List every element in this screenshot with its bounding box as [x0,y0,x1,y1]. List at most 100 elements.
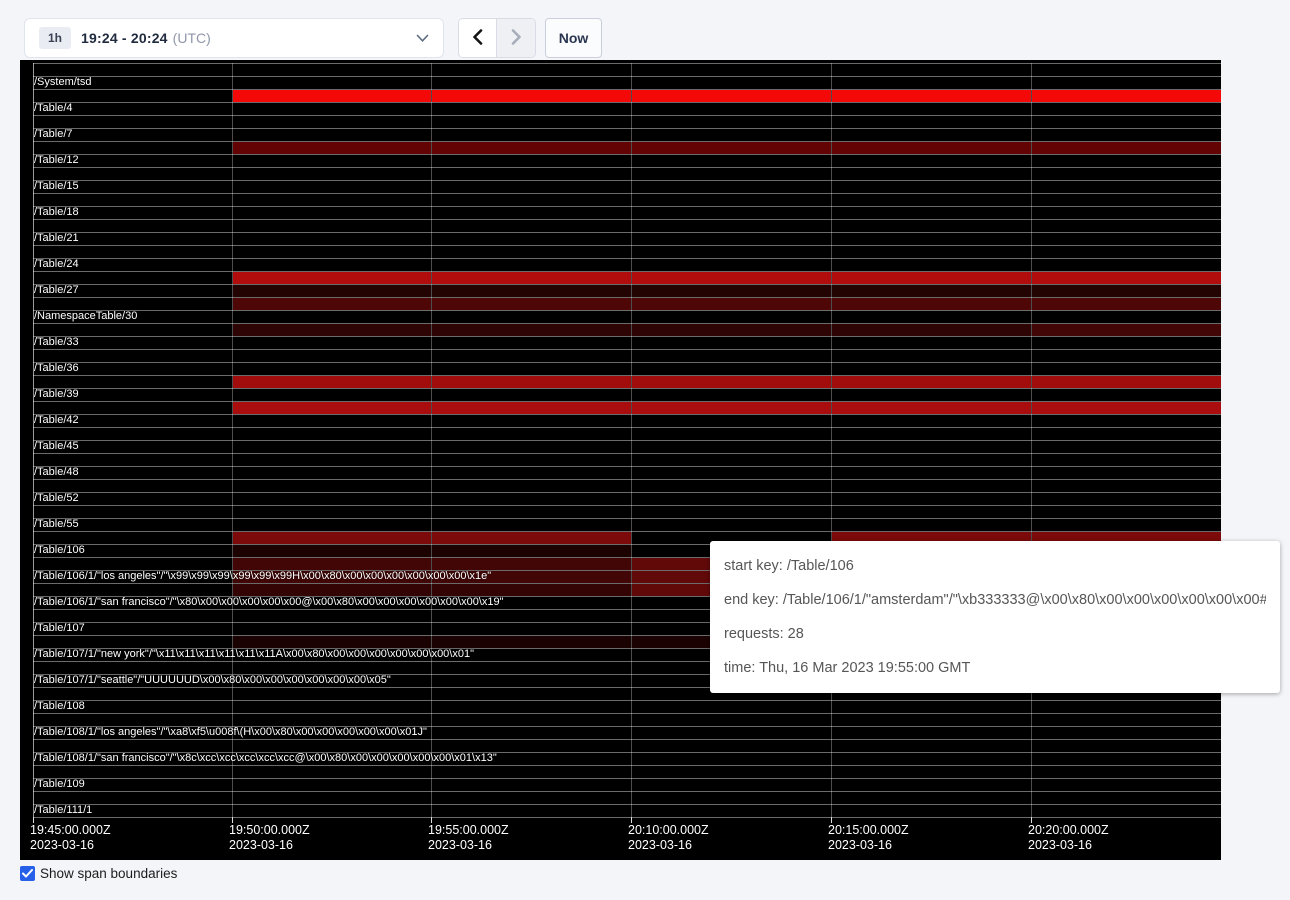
axis-time: 20:10:00.000Z [628,823,709,838]
heat-band [432,90,631,102]
axis-time: 19:45:00.000Z [30,823,111,838]
span-boundary-line [33,336,1221,337]
span-boundary-line [33,388,1221,389]
heat-band [1032,402,1221,414]
hover-tooltip: start key: /Table/106 end key: /Table/10… [710,541,1280,693]
span-boundary-line [33,193,1221,194]
row-label: /Table/107/1/"seattle"/"UUUUUUD\x00\x80\… [34,674,391,687]
checkbox-label: Show span boundaries [40,866,177,881]
heat-band [432,324,631,336]
heat-band [1032,285,1221,297]
span-boundary-line [33,427,1221,428]
span-boundary-line [33,180,1221,181]
heat-band [632,298,831,310]
heat-band [632,272,831,284]
checkmark-icon [22,865,33,883]
range-preset-chip: 1h [39,27,71,49]
heat-band [1032,90,1221,102]
now-button[interactable]: Now [545,18,602,58]
heat-band [832,298,1031,310]
row-label: /System/tsd [34,76,91,89]
heat-band [832,90,1031,102]
span-boundary-line [33,739,1221,740]
span-boundary-line [33,765,1221,766]
row-label: /Table/109 [34,778,85,791]
heat-band [1032,298,1221,310]
heat-band [432,532,631,544]
row-label: /Table/39 [34,388,79,401]
chevron-right-icon [511,29,522,48]
heat-band [233,584,431,596]
heat-band [233,402,431,414]
heat-band [1032,272,1221,284]
row-label: /Table/27 [34,284,79,297]
axis-label: 20:20:00.000Z2023-03-16 [1028,823,1109,853]
tooltip-end-key: end key: /Table/106/1/"amsterdam"/"\xb33… [724,583,1266,617]
axis-time: 20:15:00.000Z [828,823,909,838]
axis-date: 2023-03-16 [428,838,509,853]
span-boundary-line [33,414,1221,415]
row-label: /Table/12 [34,154,79,167]
axis-date: 2023-03-16 [828,838,909,853]
row-label: /Table/18 [34,206,79,219]
span-boundary-line [33,362,1221,363]
heat-band [632,324,831,336]
tooltip-time: time: Thu, 16 Mar 2023 19:55:00 GMT [724,651,1266,685]
heat-band [233,90,431,102]
range-timezone: (UTC) [173,30,211,46]
row-label: /Table/108 [34,700,85,713]
row-label: /Table/106 [34,544,85,557]
heat-band [632,402,831,414]
heat-band [432,376,631,388]
row-label: /Table/15 [34,180,79,193]
time-range-picker[interactable]: 1h 19:24 - 20:24 (UTC) [24,18,444,58]
heat-band [233,558,431,570]
key-visualizer-canvas[interactable]: /System/tsd/Table/4/Table/7/Table/12/Tab… [20,60,1221,860]
row-label: /Table/52 [34,492,79,505]
row-label: /Table/42 [34,414,79,427]
span-boundary-line [33,791,1221,792]
axis-time: 19:50:00.000Z [229,823,310,838]
row-label: /Table/108/1/"los angeles"/"\xa8\xf5\u00… [34,726,427,739]
row-label: /Table/21 [34,232,79,245]
row-label: /Table/33 [34,336,79,349]
heat-band [432,636,631,648]
heat-band [832,285,1031,297]
span-boundary-line [33,713,1221,714]
row-label: /Table/107 [34,622,85,635]
row-label: /Table/55 [34,518,79,531]
span-boundaries-checkbox[interactable] [20,866,35,881]
heat-band [832,272,1031,284]
span-boundary-line [33,440,1221,441]
heat-band [233,298,431,310]
chevron-left-icon [472,29,483,48]
axis-date: 2023-03-16 [1028,838,1109,853]
span-boundary-line [33,492,1221,493]
row-label: /Table/4 [34,102,73,115]
span-boundary-line [33,453,1221,454]
span-boundary-line [33,505,1221,506]
span-boundary-line [33,232,1221,233]
span-boundary-line [33,258,1221,259]
heat-band [432,142,631,154]
row-label: /Table/45 [34,440,79,453]
span-boundary-line [33,700,1221,701]
heat-band [233,272,431,284]
heat-band [432,272,631,284]
span-boundary-line [33,466,1221,467]
prev-range-button[interactable] [459,19,497,57]
time-bucket-line [431,63,432,817]
heat-band [832,376,1031,388]
row-label: /Table/48 [34,466,79,479]
heat-band [233,324,431,336]
axis-date: 2023-03-16 [229,838,310,853]
row-label: /Table/24 [34,258,79,271]
heat-band [832,402,1031,414]
tooltip-start-key: start key: /Table/106 [724,549,1266,583]
span-boundary-line [33,76,1221,77]
next-range-button[interactable] [497,19,535,57]
row-label: /Table/36 [34,362,79,375]
heat-band [632,142,831,154]
heat-band [832,324,1031,336]
footer: Show span boundaries [20,866,177,881]
